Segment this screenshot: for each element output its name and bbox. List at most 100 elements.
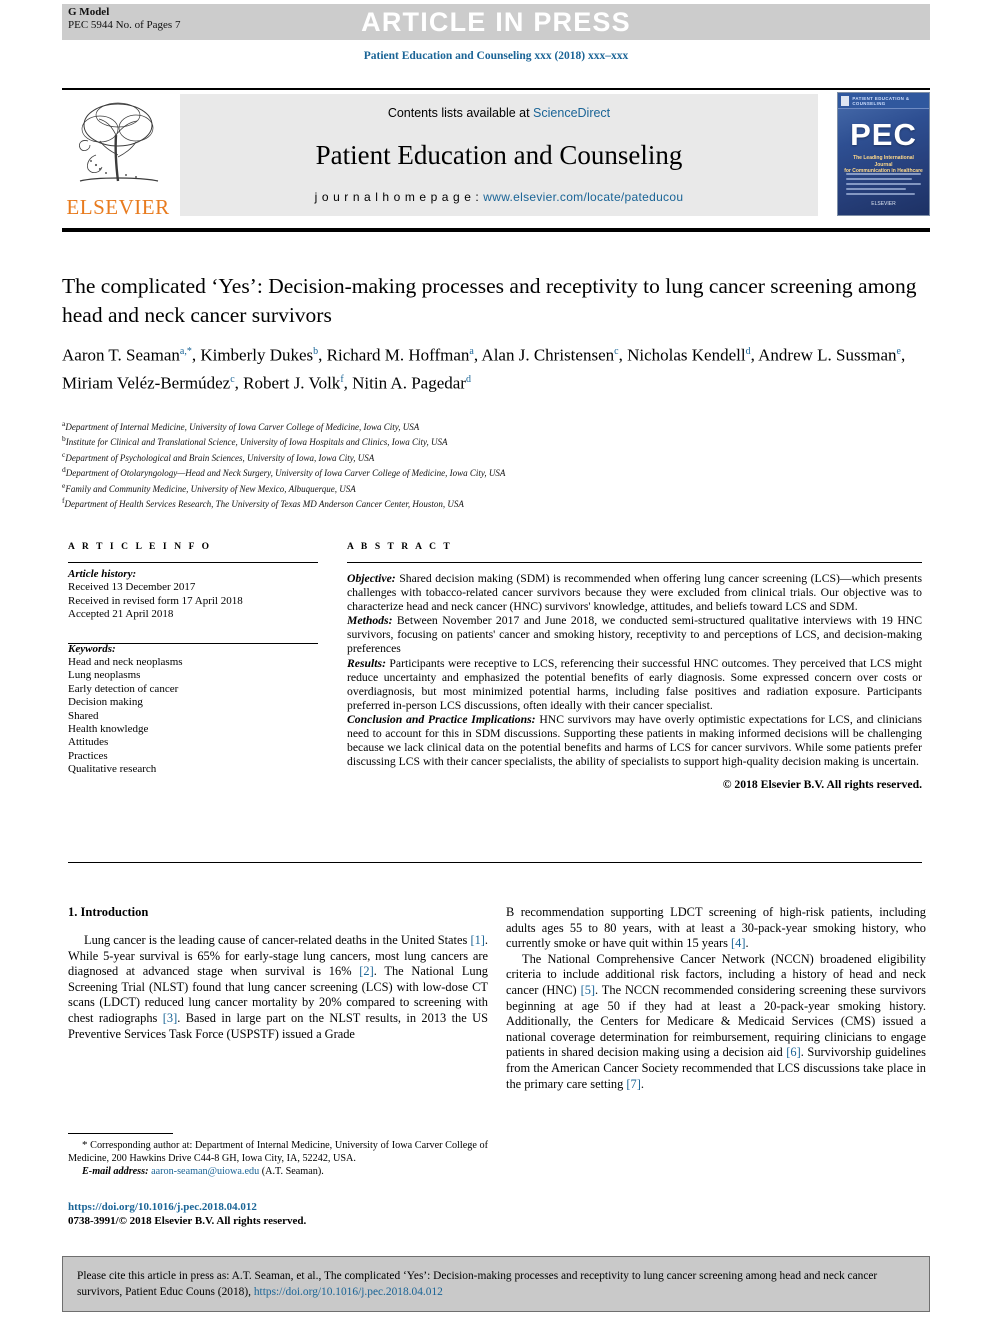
body-column-right: B recommendation supporting LDCT screeni… <box>506 905 926 1092</box>
abstract-section-label: Results: <box>347 656 386 670</box>
keyword-item: Attitudes <box>68 736 109 749</box>
info-rule-top <box>68 562 318 563</box>
footnote-text: Corresponding author at: Department of I… <box>68 1140 488 1164</box>
g-model-block: G Model PEC 5944 No. of Pages 7 <box>68 6 180 32</box>
cover-header-text: PATIENT EDUCATION & COUNSELING <box>852 95 910 106</box>
abstract-section-label: Conclusion and Practice Implications: <box>347 712 536 726</box>
abstract-rule-top <box>347 562 922 563</box>
author-list: Aaron T. Seamana,*, Kimberly Dukesb, Ric… <box>62 345 906 393</box>
email-link[interactable]: aaron-seaman@uiowa.edu <box>151 1166 259 1177</box>
abstract-section-label: Objective: <box>347 572 396 585</box>
journal-cover-thumbnail: PATIENT EDUCATION & COUNSELING PEC The L… <box>837 92 930 216</box>
keywords-list: Head and neck neoplasms Lung neoplasms Ear… <box>68 656 318 777</box>
issn-copyright-line: 0738-3991/© 2018 Elsevier B.V. All right… <box>68 1215 307 1227</box>
homepage-label: j o u r n a l h o m e p a g e : <box>314 190 484 204</box>
keyword-item: Decision making <box>68 696 143 709</box>
elsevier-logo: ELSEVIER <box>62 92 174 218</box>
cover-tagline-line1: The Leading International Journal <box>853 155 914 168</box>
g-model-line2: PEC 5944 No. of Pages 7 <box>68 19 181 31</box>
journal-reference-line: Patient Education and Counseling xxx (20… <box>363 50 629 62</box>
cover-logo-square <box>841 95 850 106</box>
article-info-heading: A R T I C L E I N F O <box>68 542 212 552</box>
keyword-item: Lung neoplasms <box>68 669 141 682</box>
article-info-column: Article history: Received 13 December 20… <box>68 568 318 777</box>
masthead-bottom-rule <box>62 228 930 232</box>
body-paragraph: B recommendation supporting LDCT screeni… <box>506 905 926 951</box>
article-history-item: Received in revised form 17 April 2018 <box>68 594 243 607</box>
citation-notice-box: Please cite this article in press as: A.… <box>62 1256 930 1312</box>
sciencedirect-link[interactable]: ScienceDirect <box>533 106 610 120</box>
citation-ref[interactable]: [7] <box>626 1077 640 1091</box>
abstract-section-label: Methods: <box>347 614 393 628</box>
banner-label: ARTICLE IN PRESS <box>361 6 631 37</box>
journal-masthead: ELSEVIER Contents lists available at Sci… <box>62 92 930 218</box>
g-model-line1: G Model <box>68 6 110 18</box>
page-title: The complicated ‘Yes’: Decision-making p… <box>62 274 917 327</box>
affiliation-item: dDepartment of Otolaryngology—Head and N… <box>62 465 506 479</box>
citation-ref[interactable]: [5] <box>581 983 595 997</box>
abstract-copyright: © 2018 Elsevier B.V. All rights reserved… <box>722 778 922 792</box>
citation-ref[interactable]: [1] <box>470 933 484 947</box>
cover-footer-text: ELSEVIER <box>871 201 896 207</box>
abstract-heading: A B S T R A C T <box>347 542 453 552</box>
article-history-list: Received 13 December 2017 Received in rev… <box>68 581 318 621</box>
abstract-section: Methods: Between November 2017 and June … <box>347 614 922 656</box>
keyword-item: Early detection of cancer <box>68 682 179 695</box>
keywords-label: Keywords: <box>68 642 116 655</box>
abstract-sections: Objective: Shared decision making (SDM) … <box>347 572 922 769</box>
keyword-item: Qualitative research <box>68 763 157 776</box>
article-history-label: Article history: <box>68 568 137 580</box>
keyword-item: Head and neck neoplasms <box>68 656 183 669</box>
keyword-item: Shared <box>68 709 99 722</box>
article-page: ARTICLE IN PRESS G Model PEC 5944 No. of… <box>0 0 992 1323</box>
footnote-rule <box>68 1133 173 1134</box>
masthead-top-rule <box>62 88 930 90</box>
keyword-item: Health knowledge <box>68 723 149 736</box>
masthead-center-panel: Contents lists available at ScienceDirec… <box>180 94 818 216</box>
abstract-section: Conclusion and Practice Implications: HN… <box>347 712 922 769</box>
citation-ref[interactable]: [4] <box>731 936 745 950</box>
contents-list-line: Contents lists available at ScienceDirec… <box>388 106 610 120</box>
body-paragraph: Lung cancer is the leading cause of canc… <box>68 933 488 1041</box>
affiliation-list: aDepartment of Internal Medicine, Univer… <box>62 418 922 510</box>
doi-block: https://doi.org/10.1016/j.pec.2018.04.01… <box>68 1200 498 1228</box>
cover-acronym: PEC <box>850 117 917 152</box>
affiliation-item: fDepartment of Health Services Research,… <box>62 496 464 510</box>
doi-link[interactable]: https://doi.org/10.1016/j.pec.2018.04.01… <box>68 1200 498 1214</box>
citation-ref[interactable]: [3] <box>163 1011 177 1025</box>
affiliation-item: eFamily and Community Medicine, Universi… <box>62 480 356 494</box>
citation-notice-text: Please cite this article in press as: A.… <box>63 1268 929 1300</box>
affiliation-item: cDepartment of Psychological and Brain S… <box>62 449 375 463</box>
citation-text-body: Please cite this article in press as: A.… <box>77 1270 878 1298</box>
homepage-url-link[interactable]: www.elsevier.com/locate/pateducou <box>483 190 683 204</box>
abstract-column: Objective: Shared decision making (SDM) … <box>347 572 922 792</box>
elsevier-tree-icon <box>79 102 159 182</box>
corresponding-author-footnote: * Corresponding author at: Department of… <box>68 1139 488 1178</box>
email-author-name: (A.T. Seaman). <box>261 1166 324 1177</box>
citation-ref[interactable]: [6] <box>786 1045 800 1059</box>
abstract-rule-bottom <box>68 862 922 863</box>
body-paragraph: The National Comprehensive Cancer Networ… <box>506 951 926 1091</box>
citation-ref[interactable]: [2] <box>359 964 373 978</box>
article-in-press-banner: ARTICLE IN PRESS <box>62 4 930 40</box>
keywords-block: Keywords: Head and neck neoplasms Lung ne… <box>68 643 318 777</box>
affiliation-item: bInstitute for Clinical and Translationa… <box>62 434 448 448</box>
journal-homepage-line: j o u r n a l h o m e p a g e : www.else… <box>315 190 684 204</box>
journal-title: Patient Education and Counseling <box>315 139 683 170</box>
elsevier-wordmark: ELSEVIER <box>66 195 170 219</box>
body-column-left: Lung cancer is the leading cause of canc… <box>68 933 488 1042</box>
abstract-section: Objective: Shared decision making (SDM) … <box>347 572 922 614</box>
footnote-marker: * <box>82 1139 88 1151</box>
cover-text-lines <box>846 173 921 198</box>
affiliation-item: aDepartment of Internal Medicine, Univer… <box>62 419 420 432</box>
citation-doi-link[interactable]: https://doi.org/10.1016/j.pec.2018.04.01… <box>254 1286 443 1298</box>
cover-header-bar: PATIENT EDUCATION & COUNSELING <box>838 93 929 109</box>
article-history-item: Accepted 21 April 2018 <box>68 608 174 621</box>
abstract-section: Results: Participants were receptive to … <box>347 656 922 712</box>
email-address-label: E-mail address: <box>82 1166 149 1177</box>
section-heading-introduction: 1. Introduction <box>68 905 149 919</box>
contents-prefix: Contents lists available at <box>387 106 534 120</box>
keyword-item: Practices <box>68 749 108 762</box>
cover-tagline: The Leading International Journal for Co… <box>844 155 923 175</box>
article-history-item: Received 13 December 2017 <box>68 581 196 594</box>
